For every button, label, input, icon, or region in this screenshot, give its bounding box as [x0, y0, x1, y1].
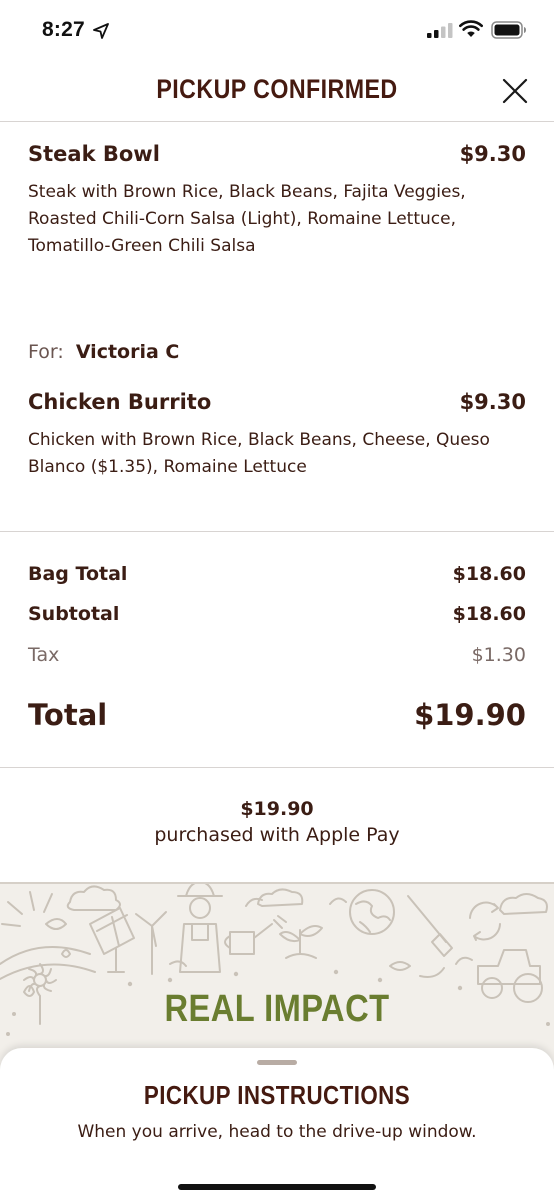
total-label: Total — [28, 698, 108, 732]
payment-method-text: purchased with Apple Pay — [154, 824, 400, 846]
for-row: For: Victoria C — [28, 341, 179, 363]
subtotal-value: $18.60 — [452, 603, 526, 625]
cellular-signal-icon — [427, 23, 453, 38]
tax-label: Tax — [28, 644, 60, 666]
item-description: Chicken with Brown Rice, Black Beans, Ch… — [28, 430, 490, 477]
header: PICKUP CONFIRMED — [0, 62, 554, 122]
subtotal-label: Subtotal — [28, 603, 120, 625]
item-price: $9.30 — [459, 142, 526, 166]
sheet-instructions-text: When you arrive, head to the drive-up wi… — [77, 1122, 477, 1142]
item-price: $9.30 — [459, 390, 526, 414]
sheet-drag-handle[interactable] — [257, 1060, 297, 1065]
tax-value: $1.30 — [471, 644, 526, 666]
status-bar: 8:27 — [0, 0, 554, 62]
item-name: Chicken Burrito — [28, 390, 212, 414]
home-indicator[interactable] — [178, 1184, 376, 1190]
page-title: PICKUP CONFIRMED — [156, 74, 398, 104]
item-description: Steak with Brown Rice, Black Beans, Faji… — [28, 182, 466, 256]
status-time: 8:27 — [42, 18, 85, 41]
impact-title: REAL IMPACT — [164, 988, 390, 1030]
bag-total-value: $18.60 — [452, 563, 526, 585]
bag-total-label: Bag Total — [28, 563, 128, 585]
location-arrow-icon — [93, 23, 109, 39]
close-icon[interactable] — [500, 76, 530, 106]
pickup-instructions-sheet[interactable]: PICKUP INSTRUCTIONS When you arrive, hea… — [0, 1048, 554, 1200]
item-name: Steak Bowl — [28, 142, 160, 166]
wifi-icon — [459, 20, 483, 37]
sheet-title: PICKUP INSTRUCTIONS — [143, 1080, 411, 1110]
divider — [0, 531, 554, 532]
for-label: For: — [28, 341, 64, 363]
payment-amount: $19.90 — [240, 798, 314, 820]
divider — [0, 767, 554, 768]
battery-icon — [491, 21, 526, 39]
total-value: $19.90 — [414, 698, 526, 732]
for-name: Victoria C — [75, 341, 180, 363]
